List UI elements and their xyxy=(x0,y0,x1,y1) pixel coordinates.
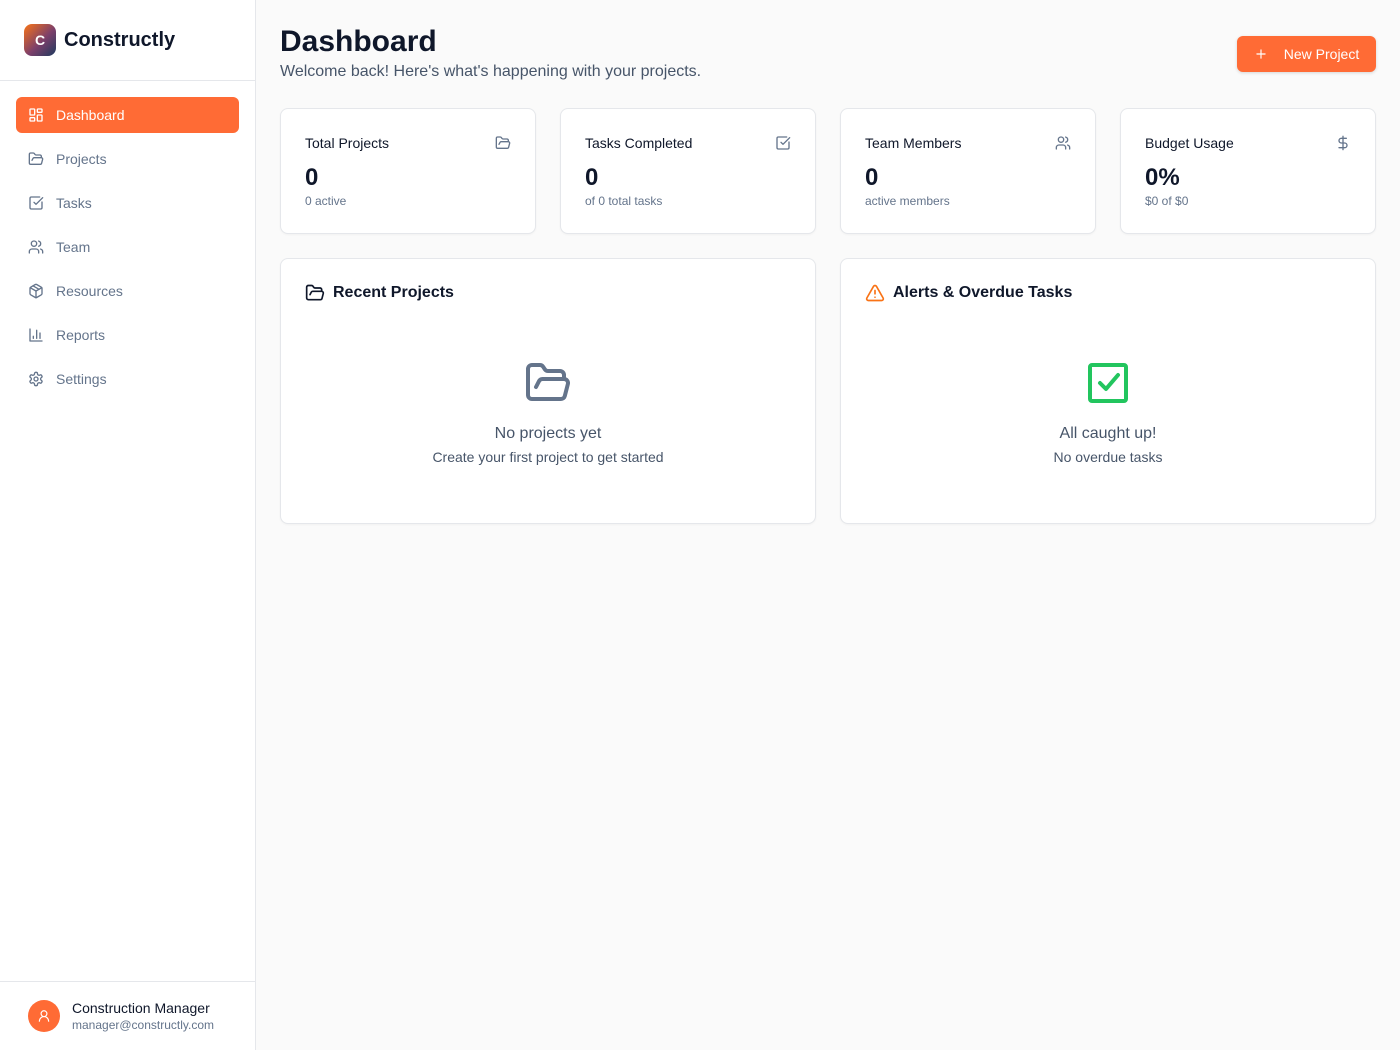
stat-value: 0 xyxy=(305,164,319,191)
stat-value: 0 xyxy=(865,164,879,191)
stat-card-budget-usage: Budget Usage 0% $0 of $0 xyxy=(1120,108,1376,234)
sidebar-item-label: Reports xyxy=(56,327,106,343)
sidebar-item-tasks[interactable]: Tasks xyxy=(16,185,239,221)
sidebar: C Constructly Dashboard Projects Tasks T… xyxy=(0,0,256,1050)
stat-card-total-projects: Total Projects 0 0 active xyxy=(280,108,536,234)
users-icon xyxy=(1055,136,1071,150)
sidebar-item-label: Team xyxy=(56,239,91,255)
stat-value: 0% xyxy=(1145,164,1180,191)
app-logo: C xyxy=(24,24,56,56)
bar-chart-icon xyxy=(29,328,43,342)
empty-state-subtitle: No overdue tasks xyxy=(1053,449,1163,465)
check-square-icon xyxy=(29,196,44,210)
layout-dashboard-icon xyxy=(29,108,43,122)
dollar-icon xyxy=(1338,135,1348,151)
stat-value: 0 xyxy=(585,164,599,191)
stat-note: of 0 total tasks xyxy=(585,194,663,208)
package-icon xyxy=(29,283,43,299)
sidebar-item-dashboard[interactable]: Dashboard xyxy=(16,97,239,133)
stat-label: Tasks Completed xyxy=(585,135,693,151)
empty-state-title: No projects yet xyxy=(494,425,602,442)
stat-note: active members xyxy=(865,194,950,208)
user-name: Construction Manager xyxy=(72,1000,210,1016)
new-project-label: New Project xyxy=(1283,46,1360,62)
sidebar-item-label: Tasks xyxy=(56,195,92,211)
check-square-icon xyxy=(776,136,791,150)
sidebar-nav: Dashboard Projects Tasks Team Resources … xyxy=(0,81,255,397)
stat-label: Team Members xyxy=(865,135,962,151)
stat-note: 0 active xyxy=(305,194,347,208)
empty-state-subtitle: Create your first project to get started xyxy=(432,449,664,465)
sidebar-item-reports[interactable]: Reports xyxy=(16,317,239,353)
gear-icon xyxy=(29,371,43,387)
user-icon xyxy=(38,1010,50,1022)
empty-state-title: All caught up! xyxy=(1059,425,1157,442)
warning-icon xyxy=(865,284,885,302)
user-profile[interactable]: Construction Manager manager@constructly… xyxy=(0,981,255,1050)
sidebar-item-label: Settings xyxy=(56,371,107,387)
sidebar-item-team[interactable]: Team xyxy=(16,229,239,265)
new-project-button[interactable]: New Project xyxy=(1237,36,1376,72)
sidebar-item-label: Projects xyxy=(56,151,107,167)
avatar xyxy=(28,1000,60,1032)
folder-open-icon xyxy=(526,363,570,401)
page-subtitle: Welcome back! Here's what's happening wi… xyxy=(280,63,702,80)
stat-card-team-members: Team Members 0 active members xyxy=(840,108,1096,234)
stat-note: $0 of $0 xyxy=(1145,194,1189,208)
recent-projects-panel: Recent Projects No projects yet Create y… xyxy=(280,258,816,524)
main-content: Dashboard Welcome back! Here's what's ha… xyxy=(256,0,1400,1050)
alerts-panel: Alerts & Overdue Tasks All caught up! No… xyxy=(840,258,1376,524)
folder-open-icon xyxy=(28,152,44,165)
panel-title: Recent Projects xyxy=(333,284,454,301)
sidebar-item-settings[interactable]: Settings xyxy=(16,361,239,397)
sidebar-item-projects[interactable]: Projects xyxy=(16,141,239,177)
users-icon xyxy=(28,240,44,254)
user-email: manager@constructly.com xyxy=(72,1018,215,1032)
stat-label: Total Projects xyxy=(305,135,390,151)
sidebar-item-resources[interactable]: Resources xyxy=(16,273,239,309)
page-title: Dashboard xyxy=(280,25,437,58)
stat-card-tasks-completed: Tasks Completed 0 of 0 total tasks xyxy=(560,108,816,234)
folder-open-icon xyxy=(305,284,325,301)
plus-icon xyxy=(1256,49,1266,59)
panel-title: Alerts & Overdue Tasks xyxy=(893,284,1073,301)
check-square-icon xyxy=(1088,363,1128,403)
folder-open-icon xyxy=(495,136,511,149)
brand[interactable]: C Constructly xyxy=(0,0,255,81)
stat-label: Budget Usage xyxy=(1145,135,1234,151)
app-name: Constructly xyxy=(64,28,176,51)
sidebar-item-label: Resources xyxy=(56,283,123,299)
sidebar-item-label: Dashboard xyxy=(56,107,125,123)
